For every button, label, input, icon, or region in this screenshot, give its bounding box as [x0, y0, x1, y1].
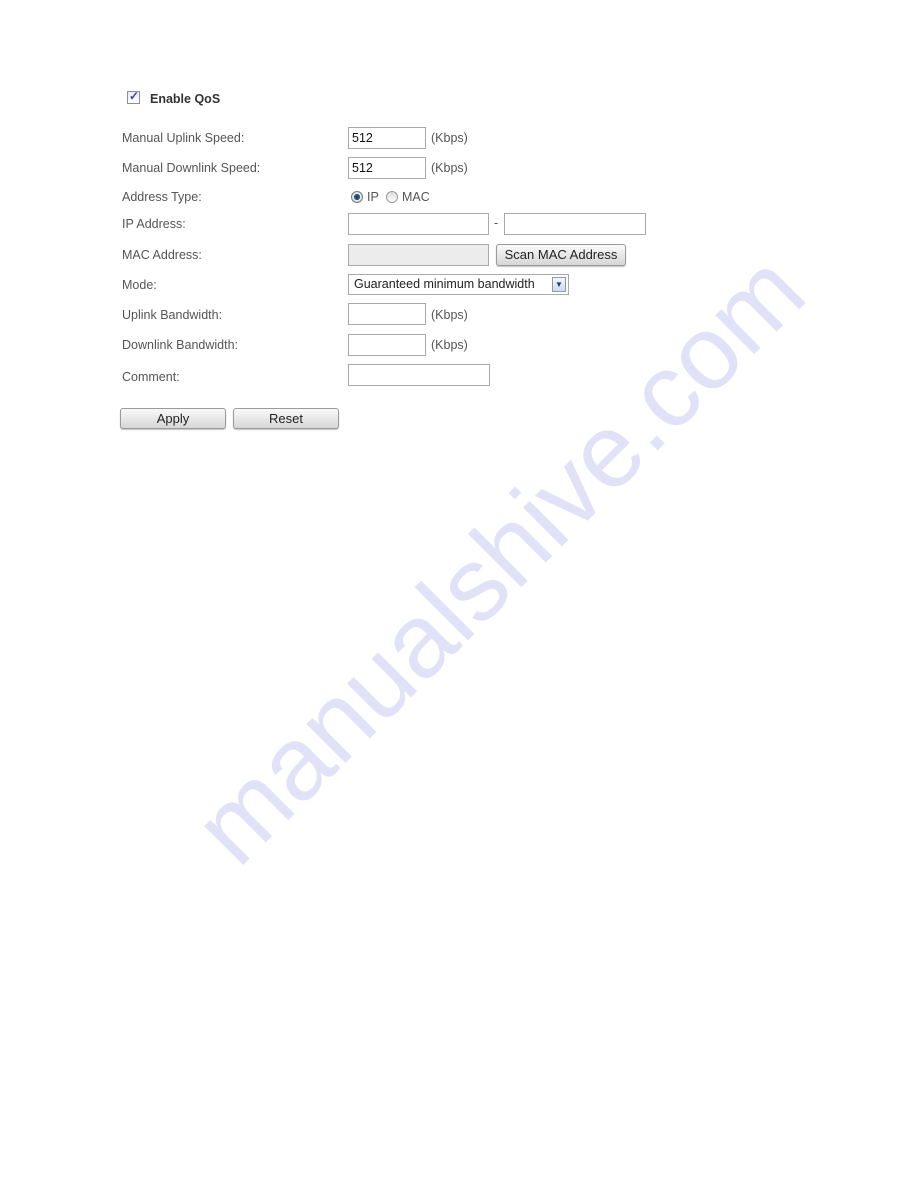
ip-range-separator: -: [494, 216, 499, 230]
radio-mac-label: MAC: [402, 190, 430, 204]
mac-address-input[interactable]: [348, 244, 489, 266]
downlink-speed-label: Manual Downlink Speed:: [122, 161, 261, 175]
mode-label: Mode:: [122, 278, 157, 292]
uplink-speed-label: Manual Uplink Speed:: [122, 131, 245, 145]
apply-button[interactable]: Apply: [120, 408, 226, 429]
watermark: manualshive.com: [172, 232, 827, 887]
ip-end-input[interactable]: [504, 213, 646, 235]
downlink-bandwidth-input[interactable]: [348, 334, 426, 356]
radio-ip-label: IP: [367, 190, 379, 204]
address-type-label: Address Type:: [122, 190, 202, 204]
radio-ip[interactable]: [351, 191, 363, 203]
radio-mac[interactable]: [386, 191, 398, 203]
mode-select[interactable]: Guaranteed minimum bandwidth ▼: [348, 274, 569, 295]
mac-address-label: MAC Address:: [122, 248, 202, 262]
uplink-bandwidth-unit: (Kbps): [431, 308, 468, 322]
enable-qos-label: Enable QoS: [150, 92, 221, 106]
uplink-bandwidth-input[interactable]: [348, 303, 426, 325]
enable-qos-checkbox[interactable]: ✓: [127, 89, 140, 104]
downlink-bandwidth-unit: (Kbps): [431, 338, 468, 352]
scan-mac-address-button[interactable]: Scan MAC Address: [496, 244, 626, 266]
reset-button[interactable]: Reset: [233, 408, 339, 429]
uplink-speed-unit: (Kbps): [431, 131, 468, 145]
ip-address-label: IP Address:: [122, 217, 186, 231]
downlink-bandwidth-label: Downlink Bandwidth:: [122, 338, 239, 352]
uplink-bandwidth-label: Uplink Bandwidth:: [122, 308, 223, 322]
downlink-speed-unit: (Kbps): [431, 161, 468, 175]
ip-start-input[interactable]: [348, 213, 489, 235]
radio-dot-icon: [354, 194, 360, 200]
uplink-speed-input[interactable]: [348, 127, 426, 149]
comment-label: Comment:: [122, 370, 180, 384]
chevron-down-icon: ▼: [552, 277, 566, 292]
downlink-speed-input[interactable]: [348, 157, 426, 179]
comment-input[interactable]: [348, 364, 490, 386]
checkmark-icon: ✓: [129, 89, 140, 103]
mode-selected-value: Guaranteed minimum bandwidth: [354, 277, 535, 291]
